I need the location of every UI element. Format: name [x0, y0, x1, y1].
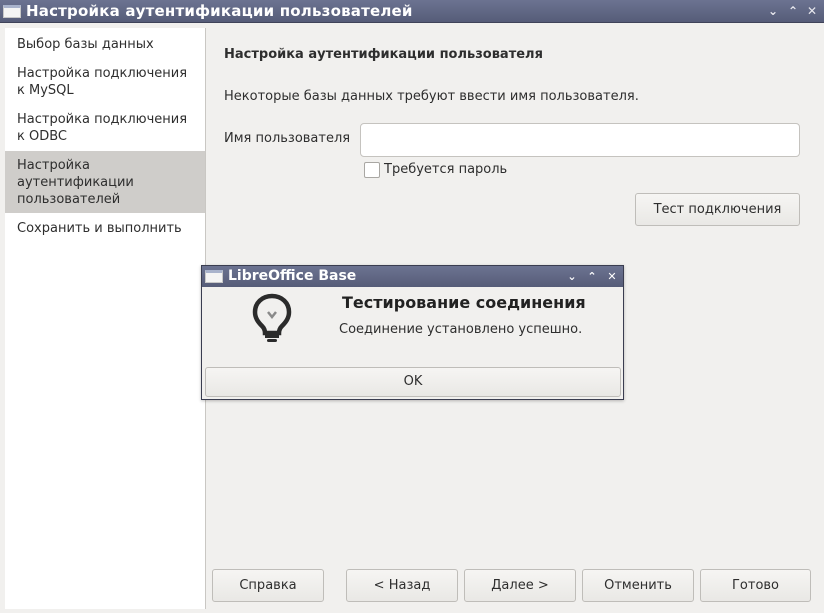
password-required-label[interactable]: Требуется пароль [384, 162, 507, 177]
dialog-app-icon [205, 270, 223, 283]
help-button[interactable]: Справка [212, 569, 324, 602]
next-button[interactable]: Далее > [464, 569, 576, 602]
window-title: Настройка аутентификации пользователей [26, 2, 413, 20]
wizard-steps-sidebar: Выбор базы данных Настройка подключения … [5, 28, 206, 609]
page-title: Настройка аутентификации пользователя [224, 47, 543, 62]
maximize-icon[interactable]: ⌃ [785, 0, 801, 23]
lightbulb-icon [252, 293, 292, 342]
sidebar-item-label: Настройка подключения к MySQL [17, 66, 188, 98]
sidebar-item-select-database[interactable]: Выбор базы данных [5, 36, 205, 53]
window-titlebar[interactable]: Настройка аутентификации пользователей ⌄… [0, 0, 824, 23]
dialog-message: Соединение установлено успешно. [339, 322, 583, 337]
sidebar-item-save-and-proceed[interactable]: Сохранить и выполнить [5, 220, 205, 237]
sidebar-item-label: Настройка подключения к ODBC [17, 112, 188, 144]
dialog-close-icon[interactable]: ✕ [604, 266, 620, 287]
sidebar-item-mysql-setup[interactable]: Настройка подключения к MySQL [5, 65, 205, 99]
dialog-minimize-icon[interactable]: ⌄ [564, 266, 580, 287]
finish-button[interactable]: Готово [700, 569, 811, 602]
sidebar-item-label: Выбор базы данных [17, 37, 154, 52]
page-description: Некоторые базы данных требуют ввести имя… [224, 89, 639, 104]
sidebar-item-label: Настройка аутентификации пользователей [17, 158, 134, 207]
back-button[interactable]: < Назад [346, 569, 458, 602]
minimize-icon[interactable]: ⌄ [765, 0, 781, 23]
username-label: Имя пользователя [224, 131, 351, 146]
dialog-title: LibreOffice Base [228, 268, 357, 284]
close-icon[interactable]: ✕ [804, 0, 820, 23]
ok-button[interactable]: OK [205, 367, 621, 397]
dialog-heading: Тестирование соединения [342, 293, 586, 312]
test-connection-button[interactable]: Тест подключения [635, 193, 800, 226]
wizard-window: Настройка аутентификации пользователей ⌄… [0, 0, 824, 613]
password-required-checkbox[interactable] [364, 162, 380, 178]
username-input[interactable] [360, 123, 800, 157]
window-app-icon [3, 5, 21, 18]
cancel-button[interactable]: Отменить [582, 569, 694, 602]
connection-test-dialog: LibreOffice Base ⌄ ⌃ ✕ Тестирование соед… [201, 265, 624, 400]
sidebar-item-odbc-setup[interactable]: Настройка подключения к ODBC [5, 111, 205, 145]
sidebar-item-user-auth[interactable]: Настройка аутентификации пользователей [5, 151, 205, 213]
dialog-titlebar[interactable]: LibreOffice Base ⌄ ⌃ ✕ [202, 266, 623, 287]
dialog-maximize-icon[interactable]: ⌃ [584, 266, 600, 287]
sidebar-item-label: Сохранить и выполнить [17, 221, 182, 236]
